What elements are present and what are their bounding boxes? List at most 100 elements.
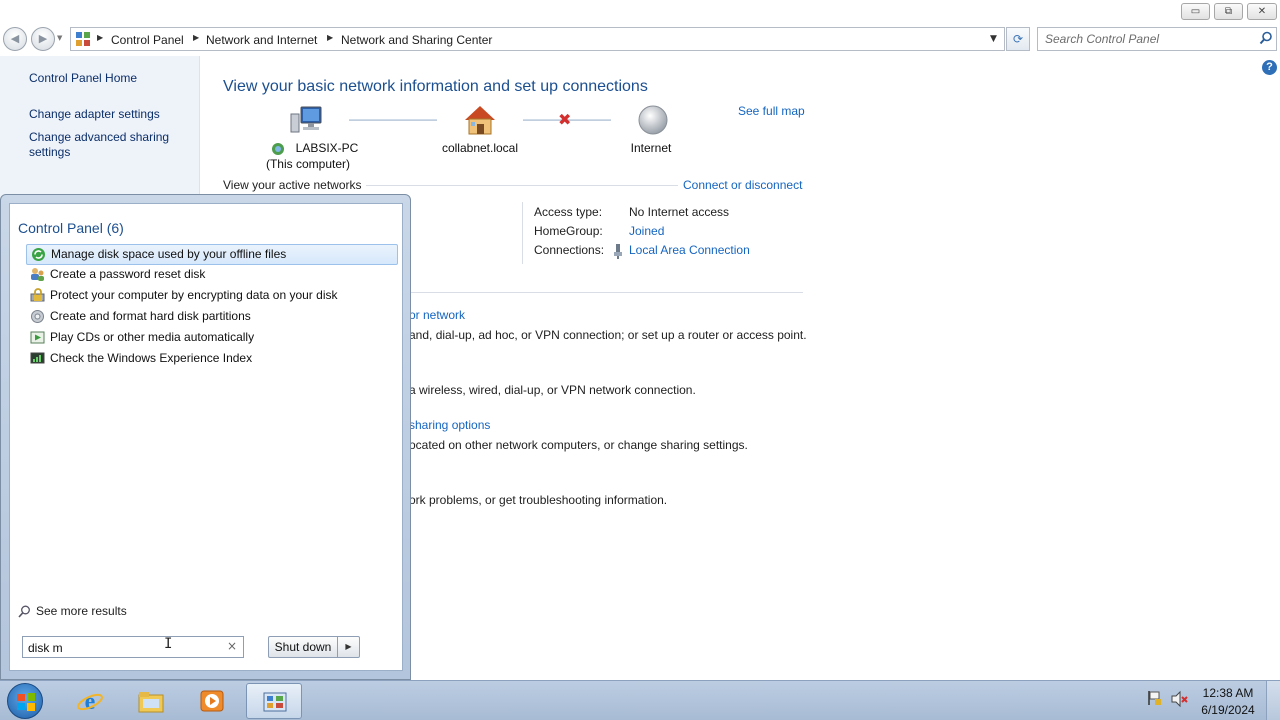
- breadcrumb-network-and-sharing-center[interactable]: Network and Sharing Center: [341, 33, 492, 47]
- breadcrumb-separator-icon[interactable]: ▶: [97, 33, 103, 42]
- computer-icon: [290, 106, 322, 133]
- result-autoplay[interactable]: Play CDs or other media automatically: [26, 328, 398, 349]
- breadcrumb-separator-icon[interactable]: ▶: [327, 33, 333, 42]
- divider: [522, 202, 523, 264]
- globe-icon: [638, 105, 668, 135]
- result-label: Protect your computer by encrypting data…: [50, 288, 338, 302]
- title-bar: ▭ ⧉ ✕: [0, 0, 1280, 22]
- see-full-map-link[interactable]: See full map: [738, 104, 805, 118]
- control-panel-icon[interactable]: [76, 32, 90, 46]
- control-panel-icon: [263, 692, 287, 712]
- performance-icon: [30, 352, 45, 364]
- result-label: Play CDs or other media automatically: [50, 330, 255, 344]
- map-node-computer-sub: (This computer): [265, 157, 351, 171]
- result-label: Create and format hard disk partitions: [50, 309, 251, 323]
- page-title: View your basic network information and …: [223, 78, 648, 95]
- shut-down-options-arrow-icon[interactable]: ▶: [338, 636, 360, 658]
- taskbar-media-player[interactable]: [184, 683, 240, 719]
- result-label: Manage disk space used by your offline f…: [51, 247, 287, 261]
- magnifier-icon: [18, 605, 30, 618]
- close-button[interactable]: ✕: [1247, 3, 1277, 20]
- homegroup-label: HomeGroup:: [534, 224, 603, 238]
- address-bar[interactable]: ▶ Control Panel ▶ Network and Internet ▶…: [70, 27, 1005, 51]
- search-box[interactable]: [1037, 27, 1277, 51]
- set-up-network-link[interactable]: or network: [409, 308, 465, 322]
- shut-down-button[interactable]: Shut down: [268, 636, 338, 658]
- speaker-muted-icon[interactable]: [1170, 690, 1188, 708]
- search-results-panel: Control Panel (6) Manage disk space used…: [9, 203, 403, 671]
- sharing-options-link[interactable]: sharing options: [409, 418, 490, 432]
- svg-text:e: e: [85, 689, 96, 715]
- connect-or-disconnect-link[interactable]: Connect or disconnect: [683, 178, 802, 192]
- windows-logo-icon: [17, 693, 35, 711]
- breadcrumb-control-panel[interactable]: Control Panel: [111, 33, 184, 47]
- taskbar-internet-explorer[interactable]: e: [62, 683, 118, 719]
- address-dropdown-icon[interactable]: ▼: [990, 34, 997, 44]
- result-experience-index[interactable]: Check the Windows Experience Index: [26, 349, 398, 370]
- access-type-value: No Internet access: [629, 205, 730, 219]
- clear-search-icon[interactable]: ×: [227, 639, 237, 653]
- result-label: Create a password reset disk: [50, 267, 206, 281]
- show-desktop-button[interactable]: [1266, 681, 1280, 720]
- clock-time[interactable]: 12:38 AM: [1198, 686, 1258, 700]
- search-icon[interactable]: [1259, 31, 1273, 45]
- admin-tools-icon: [31, 310, 44, 323]
- map-node-domain[interactable]: collabnet.local: [430, 140, 530, 156]
- internet-label: Internet: [630, 141, 672, 155]
- media-player-icon: [200, 690, 224, 712]
- breadcrumb-separator-icon[interactable]: ▶: [193, 33, 199, 42]
- help-icon[interactable]: ?: [1262, 60, 1277, 75]
- setup-network-description: and, dial-up, ad hoc, or VPN connection;…: [409, 328, 807, 342]
- minimize-button[interactable]: ▭: [1181, 3, 1210, 20]
- recent-pages-dropdown[interactable]: ▼: [57, 34, 62, 42]
- address-row: ◀ ▶ ▼ ▶ Control Panel ▶ Network and Inte…: [0, 24, 1280, 54]
- search-input[interactable]: [1045, 31, 1250, 47]
- forward-button[interactable]: ▶: [31, 27, 55, 51]
- result-encrypt-disk[interactable]: Protect your computer by encrypting data…: [26, 286, 398, 307]
- connections-label: Connections:: [534, 243, 605, 257]
- taskbar-control-panel[interactable]: [246, 683, 302, 719]
- domain-name: collabnet.local: [441, 141, 519, 155]
- refresh-button[interactable]: ⟳: [1006, 27, 1030, 51]
- wired-connection-icon: [614, 244, 622, 259]
- result-password-reset-disk[interactable]: Create a password reset disk: [26, 265, 398, 286]
- divider: [366, 185, 678, 186]
- troubleshoot-description: ork problems, or get troubleshooting inf…: [409, 493, 668, 507]
- map-node-computer[interactable]: LABSIX-PC: [268, 140, 366, 156]
- taskbar-windows-explorer[interactable]: [123, 683, 179, 719]
- computer-name: LABSIX-PC: [295, 141, 359, 155]
- text-cursor-icon: I: [164, 636, 173, 652]
- action-center-flag-icon[interactable]: [1146, 690, 1162, 706]
- map-node-internet[interactable]: Internet: [611, 140, 691, 156]
- access-type-label: Access type:: [534, 205, 603, 219]
- sync-center-icon: [32, 248, 45, 261]
- map-connection-line: [349, 119, 437, 121]
- maximize-button[interactable]: ⧉: [1214, 3, 1243, 20]
- taskbar: e: [0, 680, 1280, 720]
- active-networks-heading: View your active networks: [223, 178, 362, 192]
- start-search-box[interactable]: ×: [22, 636, 244, 658]
- results-group-heading[interactable]: Control Panel (6): [18, 220, 124, 236]
- local-area-connection-link[interactable]: Local Area Connection: [629, 243, 750, 257]
- change-advanced-sharing-settings-link[interactable]: Change advanced sharing settings: [29, 130, 189, 160]
- start-menu: Control Panel (6) Manage disk space used…: [0, 194, 411, 680]
- result-disk-partitions[interactable]: Create and format hard disk partitions: [26, 307, 398, 328]
- folder-icon: [138, 692, 164, 713]
- house-icon: [465, 106, 495, 135]
- divider: [407, 292, 803, 293]
- breadcrumb-network-and-internet[interactable]: Network and Internet: [206, 33, 317, 47]
- sharing-options-description: ocated on other network computers, or ch…: [409, 438, 748, 452]
- autoplay-icon: [30, 331, 45, 344]
- start-button[interactable]: [7, 683, 43, 719]
- ie-icon: e: [77, 689, 103, 715]
- back-button[interactable]: ◀: [3, 27, 27, 51]
- bitlocker-icon: [30, 288, 45, 302]
- homegroup-joined-link[interactable]: Joined: [629, 224, 664, 238]
- broken-connection-icon: ✖: [558, 110, 572, 129]
- result-manage-disk-space[interactable]: Manage disk space used by your offline f…: [26, 244, 398, 265]
- user-accounts-icon: [31, 268, 44, 281]
- change-adapter-settings-link[interactable]: Change adapter settings: [29, 107, 189, 122]
- clock-date[interactable]: 6/19/2024: [1198, 703, 1258, 717]
- control-panel-home-link[interactable]: Control Panel Home: [29, 71, 189, 86]
- start-search-input[interactable]: [28, 640, 218, 655]
